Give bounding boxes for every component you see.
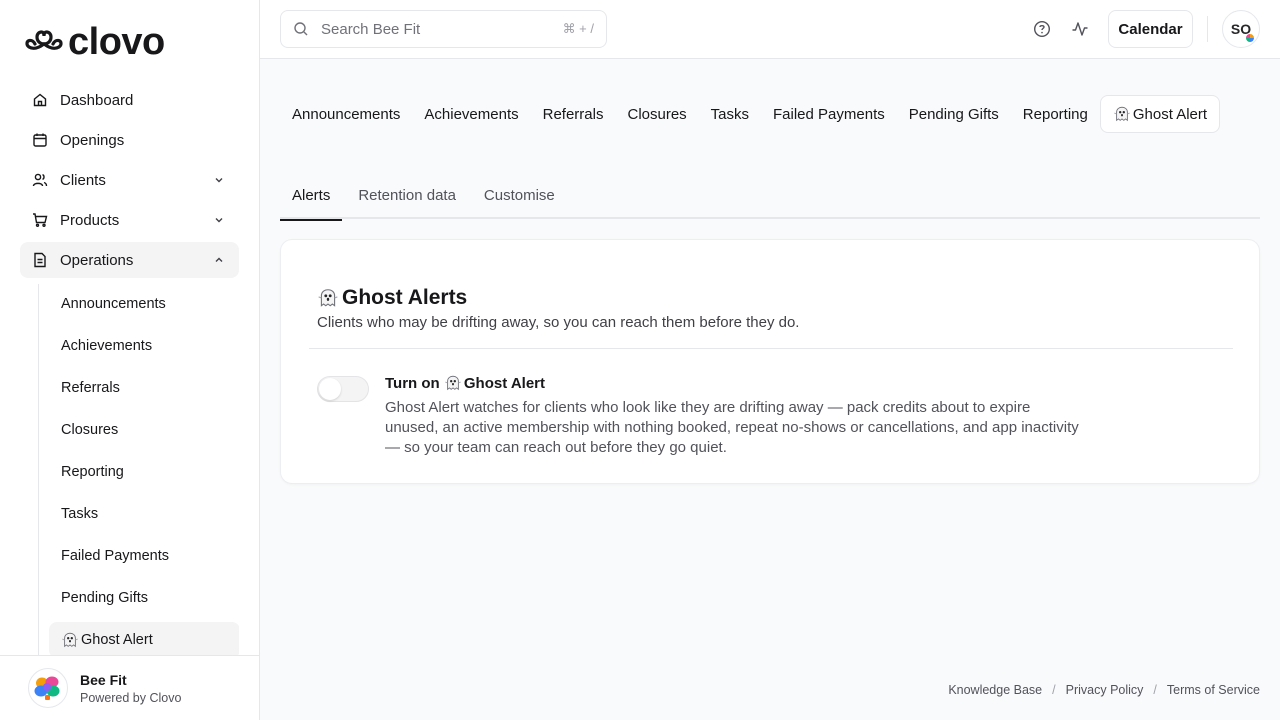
tab-closures[interactable]: Closures — [615, 95, 698, 133]
chevron-down-icon[interactable] — [213, 174, 225, 186]
subtab-retention-data[interactable]: Retention data — [346, 172, 468, 219]
chevron-down-icon[interactable] — [213, 214, 225, 226]
sidebar-item-label: Clients — [60, 171, 106, 189]
sidebar-item-label: Products — [60, 211, 120, 229]
sidebar-item-dashboard[interactable]: Dashboard — [20, 82, 239, 118]
sidebar-subitem-tasks[interactable]: Tasks — [49, 496, 239, 532]
footer-separator: / — [1153, 683, 1157, 697]
brain-icon — [34, 676, 60, 700]
brand-logo[interactable]: clovo — [24, 21, 165, 63]
sidebar-item-clients[interactable]: Clients — [20, 162, 239, 198]
top-header: Search Bee Fit ⌘ + / Calendar SO — [260, 0, 1280, 59]
search-shortcut: ⌘ + / — [562, 21, 594, 36]
subtab-customise[interactable]: Customise — [472, 172, 567, 219]
sidebar-item-label: Dashboard — [60, 91, 134, 109]
file-icon — [32, 252, 48, 268]
sidebar-item-products[interactable]: Products — [20, 202, 239, 238]
sidebar-item-label: Openings — [60, 131, 125, 149]
operations-subnav: Announcements Achievements Referrals Clo… — [38, 284, 239, 656]
divider — [309, 348, 1233, 349]
cart-icon — [32, 212, 48, 228]
sidebar-subitem-failed-payments[interactable]: Failed Payments — [49, 538, 239, 574]
calendar-button[interactable]: Calendar — [1108, 10, 1193, 48]
org-powered-by: Powered by Clovo — [80, 690, 182, 705]
tab-label: Ghost Alert — [1132, 105, 1208, 123]
org-avatar — [28, 668, 68, 708]
footer-links: Knowledge Base / Privacy Policy / Terms … — [948, 683, 1260, 697]
sidebar-item-operations[interactable]: Operations — [20, 242, 239, 278]
ghost-icon — [1113, 105, 1131, 123]
search-icon — [294, 22, 308, 36]
setting-description: Ghost Alert watches for clients who look… — [385, 399, 1079, 456]
chevron-up-icon[interactable] — [213, 254, 225, 266]
sidebar-subitem-pending-gifts[interactable]: Pending Gifts — [49, 580, 239, 616]
operations-tabs: Announcements Achievements Referrals Clo… — [280, 95, 1221, 133]
status-dot — [1245, 33, 1255, 43]
setting-title: Turn on Ghost Alert — [385, 374, 545, 392]
tab-ghost-alert[interactable]: Ghost Alert — [1099, 95, 1221, 133]
ghost-icon — [317, 287, 339, 309]
setting-title-name: Ghost Alert — [463, 374, 545, 392]
activity-icon[interactable] — [1071, 20, 1089, 38]
org-switcher[interactable]: Bee Fit Powered by Clovo — [0, 655, 259, 720]
tab-reporting[interactable]: Reporting — [1011, 95, 1100, 133]
sidebar-subitem-reporting[interactable]: Reporting — [49, 454, 239, 490]
card-description: Clients who may be drifting away, so you… — [317, 314, 800, 331]
user-avatar[interactable]: SO — [1222, 10, 1260, 48]
privacy-policy-link[interactable]: Privacy Policy — [1066, 683, 1144, 697]
sidebar: clovo Dashboard Openings Clients Product… — [0, 0, 260, 720]
sidebar-subitem-announcements[interactable]: Announcements — [49, 286, 239, 322]
toggle-knob — [319, 378, 341, 400]
ghost-icon — [61, 631, 79, 649]
sidebar-item-label: Operations — [60, 251, 134, 269]
brand-name: clovo — [68, 21, 165, 63]
help-icon[interactable] — [1033, 20, 1051, 38]
tab-referrals[interactable]: Referrals — [531, 95, 616, 133]
clovo-logo-icon — [25, 30, 63, 50]
sidebar-subitem-referrals[interactable]: Referrals — [49, 370, 239, 406]
ghost-alerts-card: Ghost Alerts Clients who may be drifting… — [280, 239, 1260, 484]
sidebar-subitem-achievements[interactable]: Achievements — [49, 328, 239, 364]
subtab-alerts[interactable]: Alerts — [280, 172, 343, 221]
sidebar-subitem-label: Ghost Alert — [81, 632, 153, 648]
setting-title-prefix: Turn on — [385, 374, 444, 392]
search-input[interactable]: Search Bee Fit ⌘ + / — [280, 10, 607, 48]
ghost-alert-toggle[interactable] — [317, 376, 369, 402]
users-icon — [32, 172, 48, 188]
tab-announcements[interactable]: Announcements — [280, 95, 412, 133]
tab-tasks[interactable]: Tasks — [699, 95, 761, 133]
org-name: Bee Fit — [80, 671, 127, 688]
search-placeholder: Search Bee Fit — [321, 20, 421, 38]
tab-pending-gifts[interactable]: Pending Gifts — [897, 95, 1011, 133]
terms-of-service-link[interactable]: Terms of Service — [1167, 683, 1260, 697]
tab-achievements[interactable]: Achievements — [412, 95, 530, 133]
calendar-icon — [32, 132, 48, 148]
main-nav: Dashboard Openings Clients Products Oper… — [20, 82, 239, 282]
sidebar-subitem-ghost-alert[interactable]: Ghost Alert — [49, 622, 239, 656]
ghost-alert-subtabs: Alerts Retention data Customise — [280, 172, 1260, 221]
footer-separator: / — [1052, 683, 1056, 697]
sidebar-subitem-closures[interactable]: Closures — [49, 412, 239, 448]
header-divider — [1207, 16, 1208, 42]
ghost-icon — [444, 374, 462, 392]
tab-failed-payments[interactable]: Failed Payments — [761, 95, 897, 133]
sidebar-item-openings[interactable]: Openings — [20, 122, 239, 158]
card-title-text: Ghost Alerts — [342, 286, 468, 309]
home-icon — [32, 92, 48, 108]
knowledge-base-link[interactable]: Knowledge Base — [948, 683, 1042, 697]
card-title: Ghost Alerts — [317, 286, 467, 310]
